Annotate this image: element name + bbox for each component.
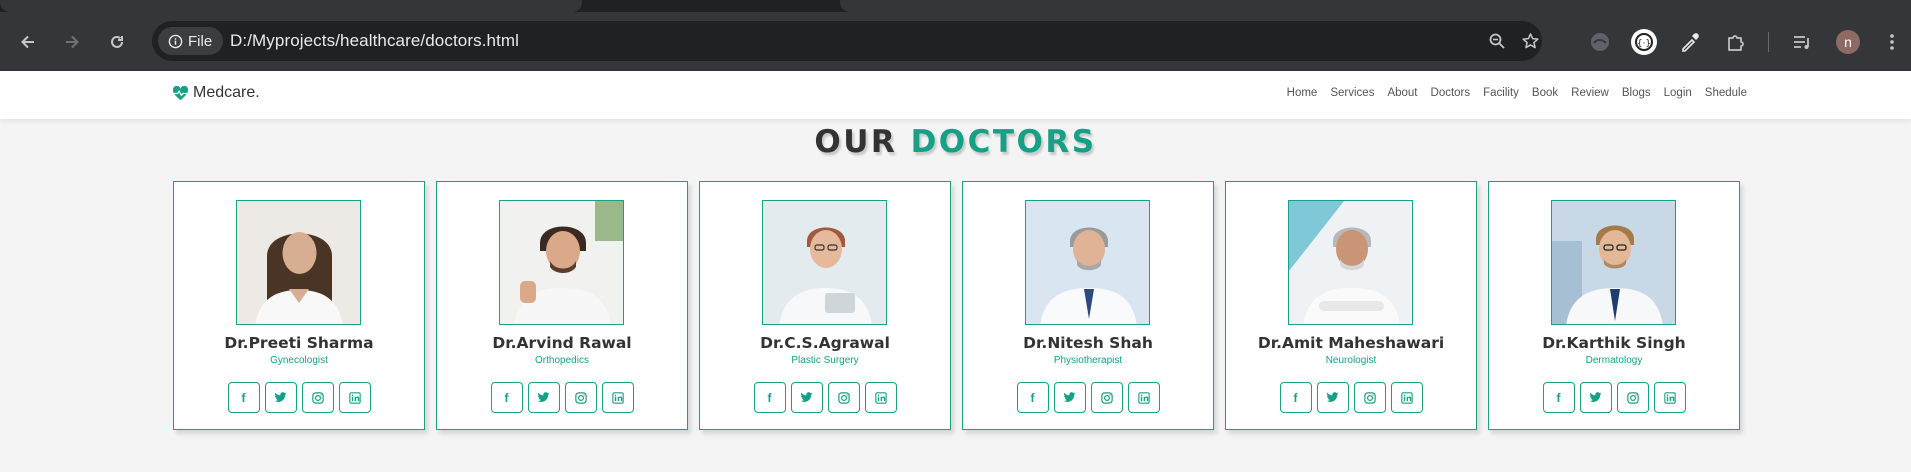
nav-home[interactable]: Home xyxy=(1287,87,1318,99)
tab-strip xyxy=(0,0,1911,12)
chip-label: File xyxy=(188,32,213,50)
menu-kebab-icon[interactable] xyxy=(1878,28,1906,56)
doctor-card: Dr.Nitesh Shah Physiotherapist f xyxy=(962,181,1214,430)
doctor-cards: Dr.Preeti Sharma Gynecologist f Dr.Arvin… xyxy=(173,181,1740,430)
twitter-icon[interactable] xyxy=(1053,382,1086,413)
nav-login[interactable]: Login xyxy=(1664,87,1692,99)
twitter-icon[interactable] xyxy=(790,382,823,413)
nav-about[interactable]: About xyxy=(1387,87,1417,99)
facebook-icon[interactable]: f xyxy=(1542,382,1575,413)
reload-button[interactable] xyxy=(103,28,131,56)
social-links: f xyxy=(700,382,950,413)
extensions-puzzle-icon[interactable] xyxy=(1722,28,1750,56)
nav-doctors[interactable]: Doctors xyxy=(1431,87,1471,99)
nav-services[interactable]: Services xyxy=(1330,87,1374,99)
forward-button[interactable] xyxy=(58,28,86,56)
facebook-icon[interactable]: f xyxy=(1279,382,1312,413)
facebook-icon[interactable]: f xyxy=(1016,382,1049,413)
doctor-name: Dr.Preeti Sharma xyxy=(224,334,374,352)
nav-facility[interactable]: Facility xyxy=(1483,87,1519,99)
doctor-specialty: Dermatology xyxy=(1585,355,1643,366)
doctor-card: Dr.Arvind Rawal Orthopedics f xyxy=(436,181,688,430)
social-links: f xyxy=(1226,382,1476,413)
doctor-specialty: Orthopedics xyxy=(535,355,589,366)
linkedin-icon[interactable] xyxy=(338,382,371,413)
heartbeat-icon xyxy=(172,85,189,100)
instagram-icon[interactable] xyxy=(1616,382,1649,413)
extension-active-icon[interactable]: {·} xyxy=(1630,28,1658,56)
twitter-icon[interactable] xyxy=(1579,382,1612,413)
browser-tab[interactable] xyxy=(840,0,1911,12)
doctor-photo xyxy=(762,200,887,325)
doctor-name: Dr.Karthik Singh xyxy=(1542,334,1686,352)
toolbar-divider xyxy=(1768,32,1769,52)
doctor-card: Dr.Preeti Sharma Gynecologist f xyxy=(173,181,425,430)
doctor-photo xyxy=(1025,200,1150,325)
linkedin-icon[interactable] xyxy=(1653,382,1686,413)
social-links: f xyxy=(963,382,1213,413)
social-links: f xyxy=(1489,382,1739,413)
twitter-icon[interactable] xyxy=(527,382,560,413)
instagram-icon[interactable] xyxy=(1090,382,1123,413)
extension-icon[interactable] xyxy=(1586,28,1614,56)
doctor-photo xyxy=(1551,200,1676,325)
browser-toolbar: File D:/Myprojects/healthcare/doctors.ht… xyxy=(0,12,1911,71)
linkedin-icon[interactable] xyxy=(1390,382,1423,413)
logo-text: Medcare. xyxy=(193,84,260,101)
nav-shedule[interactable]: Shedule xyxy=(1705,87,1747,99)
instagram-icon[interactable] xyxy=(827,382,860,413)
address-bar[interactable]: File D:/Myprojects/healthcare/doctors.ht… xyxy=(152,21,1542,61)
info-icon xyxy=(168,34,183,48)
facebook-icon[interactable]: f xyxy=(753,382,786,413)
eyedropper-icon[interactable] xyxy=(1676,28,1704,56)
twitter-icon[interactable] xyxy=(264,382,297,413)
browser-tab[interactable] xyxy=(0,0,582,12)
svg-text:{·}: {·} xyxy=(1637,39,1651,49)
social-links: f xyxy=(437,382,687,413)
forward-arrow-icon xyxy=(66,35,79,49)
profile-avatar[interactable]: n xyxy=(1836,30,1860,54)
doctor-card: Dr.C.S.Agrawal Plastic Surgery f xyxy=(699,181,951,430)
doctor-specialty: Plastic Surgery xyxy=(791,355,859,366)
doctor-card: Dr.Karthik Singh Dermatology f xyxy=(1488,181,1740,430)
twitter-icon[interactable] xyxy=(1316,382,1349,413)
nav-blogs[interactable]: Blogs xyxy=(1622,87,1651,99)
doctor-photo xyxy=(499,200,624,325)
instagram-icon[interactable] xyxy=(564,382,597,413)
media-controls-icon[interactable] xyxy=(1788,28,1816,56)
title-part-doctors: DOCTORS xyxy=(910,124,1097,160)
nav-book[interactable]: Book xyxy=(1532,87,1558,99)
site-header: Medcare. Home Services About Doctors Fac… xyxy=(0,71,1911,119)
doctor-specialty: Gynecologist xyxy=(270,355,328,366)
instagram-icon[interactable] xyxy=(1353,382,1386,413)
back-button[interactable] xyxy=(14,28,42,56)
doctor-name: Dr.Nitesh Shah xyxy=(1023,334,1153,352)
url-text[interactable]: D:/Myprojects/healthcare/doctors.html xyxy=(230,31,519,51)
linkedin-icon[interactable] xyxy=(601,382,634,413)
doctor-name: Dr.Amit Maheshawari xyxy=(1257,334,1445,352)
doctor-name: Dr.Arvind Rawal xyxy=(492,334,632,352)
facebook-icon[interactable]: f xyxy=(490,382,523,413)
doctor-card: Dr.Amit Maheshawari Neurologist f xyxy=(1225,181,1477,430)
site-info-chip[interactable]: File xyxy=(158,27,223,55)
back-arrow-icon xyxy=(21,35,34,49)
main-nav: Home Services About Doctors Facility Boo… xyxy=(1274,87,1747,99)
social-links: f xyxy=(174,382,424,413)
instagram-icon[interactable] xyxy=(301,382,334,413)
linkedin-icon[interactable] xyxy=(1127,382,1160,413)
doctor-name: Dr.C.S.Agrawal xyxy=(760,334,890,352)
facebook-icon[interactable]: f xyxy=(227,382,260,413)
section-title: OUR DOCTORS xyxy=(0,124,1911,160)
zoom-icon[interactable] xyxy=(1486,30,1508,52)
nav-review[interactable]: Review xyxy=(1571,87,1609,99)
bookmark-star-icon[interactable] xyxy=(1519,30,1541,52)
linkedin-icon[interactable] xyxy=(864,382,897,413)
doctor-photo xyxy=(1288,200,1413,325)
doctor-specialty: Physiotherapist xyxy=(1053,355,1123,366)
logo[interactable]: Medcare. xyxy=(172,84,260,102)
title-part-our: OUR xyxy=(814,124,898,160)
doctor-specialty: Neurologist xyxy=(1325,355,1377,366)
doctor-photo xyxy=(236,200,361,325)
reload-icon xyxy=(111,35,123,48)
